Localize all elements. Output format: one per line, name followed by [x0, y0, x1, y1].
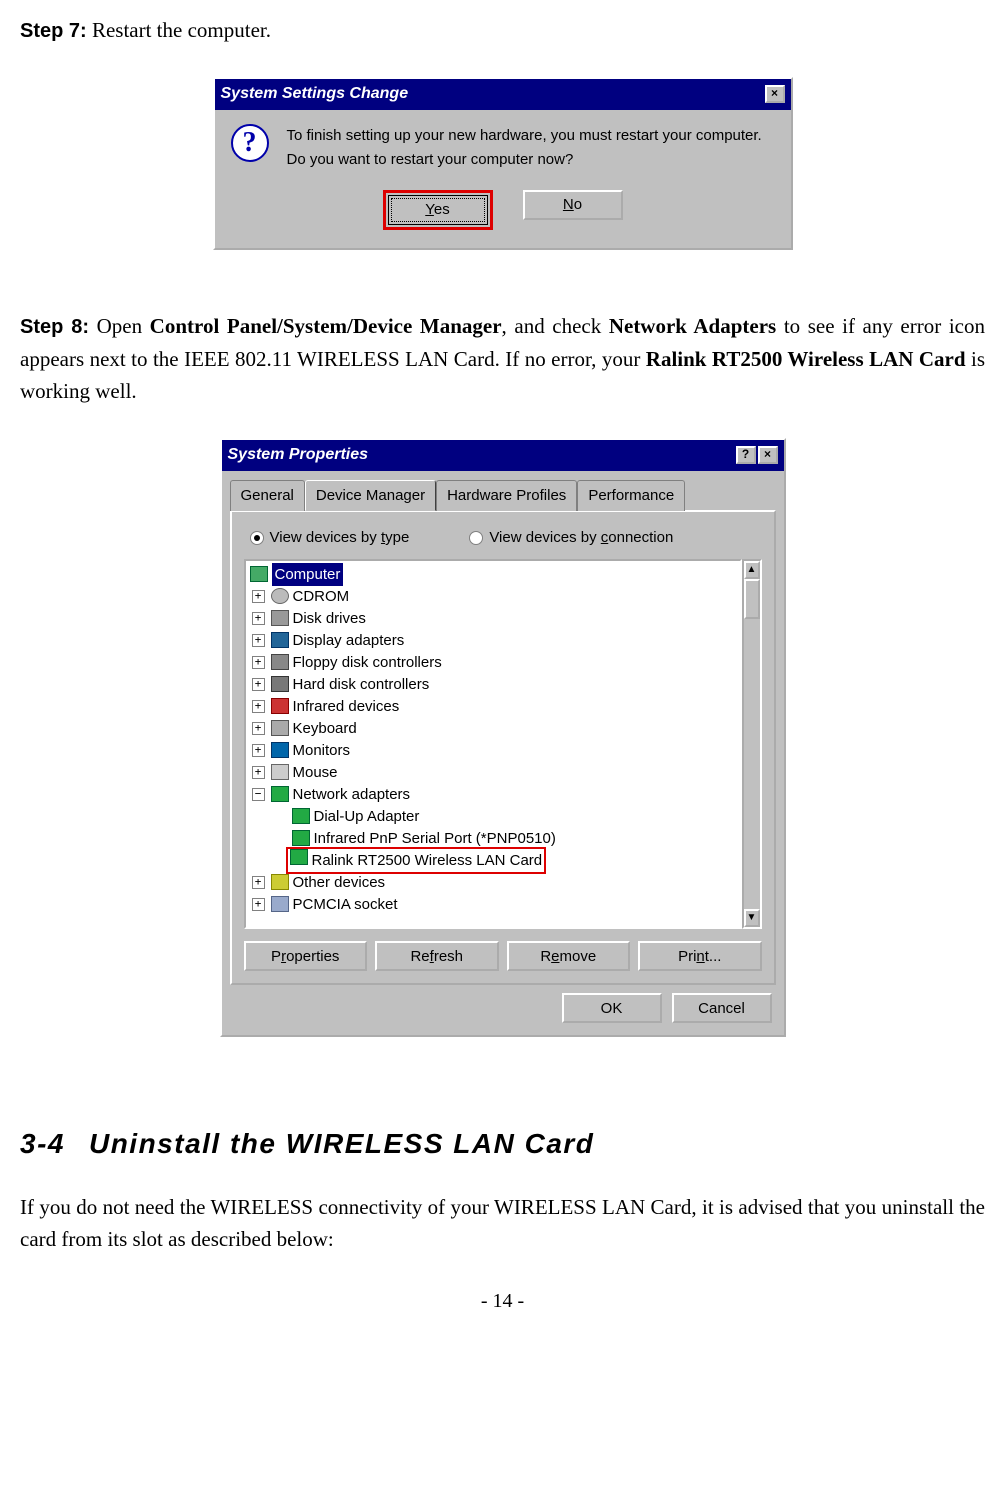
display-icon [271, 632, 289, 648]
print-button[interactable]: Print... [638, 941, 762, 971]
expand-icon[interactable]: + [252, 898, 265, 911]
tree-item[interactable]: Display adapters [293, 629, 405, 652]
expand-icon[interactable]: + [252, 744, 265, 757]
step7-label: Step 7: [20, 20, 87, 42]
monitor-icon [271, 742, 289, 758]
tree-item[interactable]: Hard disk controllers [293, 673, 430, 696]
tree-item[interactable]: PCMCIA socket [293, 893, 398, 916]
dialog-system-properties: System Properties ? × General Device Man… [220, 438, 786, 1037]
infrared-icon [271, 698, 289, 714]
expand-icon[interactable]: + [252, 700, 265, 713]
keyboard-icon [271, 720, 289, 736]
yes-highlight: Yes [383, 190, 493, 230]
expand-icon[interactable]: + [252, 766, 265, 779]
radio-by-connection[interactable]: View devices by connection [469, 526, 673, 549]
section-paragraph: If you do not need the WIRELESS connecti… [20, 1191, 985, 1256]
expand-icon[interactable]: + [252, 656, 265, 669]
tree-item-ralink[interactable]: Ralink RT2500 Wireless LAN Card [312, 852, 543, 869]
section-heading: 3-4 Uninstall the WIRELESS LAN Card [20, 1122, 985, 1165]
tab-device-manager[interactable]: Device Manager [305, 480, 436, 511]
expand-icon[interactable]: + [252, 634, 265, 647]
refresh-button[interactable]: Refresh [375, 941, 499, 971]
dialog2-title: System Properties [228, 443, 369, 468]
question-icon: ? [231, 124, 269, 162]
tree-item[interactable]: Infrared devices [293, 695, 400, 718]
tree-item[interactable]: Mouse [293, 761, 338, 784]
disk-icon [271, 610, 289, 626]
expand-icon[interactable]: + [252, 876, 265, 889]
device-manager-panel: View devices by type View devices by con… [230, 510, 776, 985]
dialog1-text: To finish setting up your new hardware, … [287, 124, 762, 172]
tree-item[interactable]: CDROM [293, 585, 350, 608]
device-tree[interactable]: Computer + CDROM + Disk drives + Display ad… [244, 559, 742, 929]
cdrom-icon [271, 588, 289, 604]
dialog1-msg1: To finish setting up your new hardware, … [287, 124, 762, 148]
section-number: 3-4 [20, 1122, 65, 1165]
close-icon[interactable]: × [765, 85, 785, 103]
dialog1-titlebar: System Settings Change × [215, 79, 791, 110]
tab-performance[interactable]: Performance [577, 480, 685, 511]
step7-line: Step 7: Restart the computer. [20, 14, 985, 47]
dialog-system-settings-change: System Settings Change × ? To finish set… [213, 77, 793, 250]
tree-item[interactable]: Dial-Up Adapter [314, 805, 420, 828]
step8-label: Step 8: [20, 316, 89, 338]
network-icon [271, 786, 289, 802]
no-button[interactable]: No [523, 190, 623, 220]
help-icon[interactable]: ? [736, 446, 756, 464]
tab-hardware-profiles[interactable]: Hardware Profiles [436, 480, 577, 511]
section-title: Uninstall the WIRELESS LAN Card [89, 1128, 594, 1159]
remove-button[interactable]: Remove [507, 941, 631, 971]
tree-item[interactable]: Keyboard [293, 717, 357, 740]
scroll-up-icon[interactable]: ▲ [744, 561, 760, 579]
tree-root[interactable]: Computer [272, 563, 344, 586]
properties-button[interactable]: Properties [244, 941, 368, 971]
tree-item[interactable]: Floppy disk controllers [293, 651, 442, 674]
harddisk-icon [271, 676, 289, 692]
dialog1-msg2: Do you want to restart your computer now… [287, 148, 762, 172]
scroll-down-icon[interactable]: ▼ [744, 909, 760, 927]
dialog2-titlebar: System Properties ? × [222, 440, 784, 471]
tab-strip: General Device Manager Hardware Profiles… [222, 471, 784, 510]
other-icon [271, 874, 289, 890]
ok-button[interactable]: OK [562, 993, 662, 1023]
step7-text: Restart the computer. [87, 18, 271, 42]
computer-icon [250, 566, 268, 582]
page-number: - 14 - [20, 1286, 985, 1317]
expand-icon[interactable]: + [252, 590, 265, 603]
radio-by-type[interactable]: View devices by type [250, 526, 410, 549]
adapter-icon [290, 849, 308, 865]
yes-button[interactable]: Yes [388, 195, 488, 225]
tab-general[interactable]: General [230, 480, 305, 511]
scrollbar[interactable]: ▲ ▼ [742, 559, 762, 929]
floppy-icon [271, 654, 289, 670]
dialog1-title: System Settings Change [221, 82, 409, 107]
expand-icon[interactable]: + [252, 678, 265, 691]
collapse-icon[interactable]: − [252, 788, 265, 801]
mouse-icon [271, 764, 289, 780]
tree-item[interactable]: Disk drives [293, 607, 366, 630]
pcmcia-icon [271, 896, 289, 912]
scroll-thumb[interactable] [744, 579, 760, 619]
adapter-icon [292, 808, 310, 824]
close-icon[interactable]: × [758, 446, 778, 464]
cancel-button[interactable]: Cancel [672, 993, 772, 1023]
tree-item[interactable]: Network adapters [293, 783, 411, 806]
expand-icon[interactable]: + [252, 722, 265, 735]
expand-icon[interactable]: + [252, 612, 265, 625]
tree-item[interactable]: Other devices [293, 871, 386, 894]
step8-paragraph: Step 8: Open Control Panel/System/Device… [20, 310, 985, 408]
adapter-icon [292, 830, 310, 846]
tree-item[interactable]: Monitors [293, 739, 351, 762]
